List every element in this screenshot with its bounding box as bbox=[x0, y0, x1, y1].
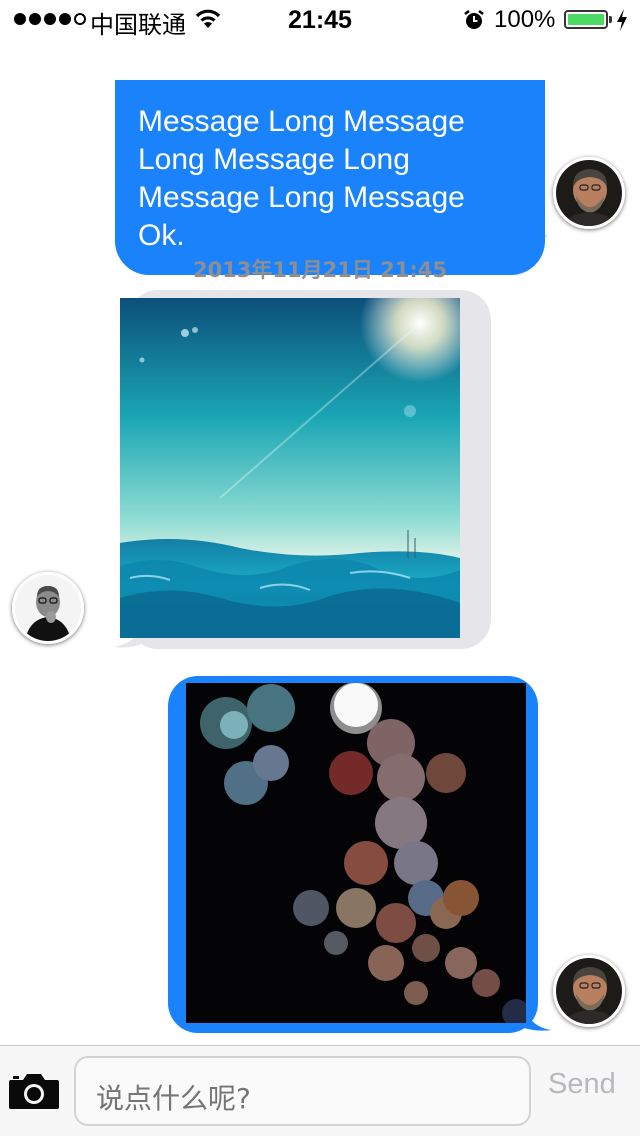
message-line: Message Long Message bbox=[138, 105, 465, 138]
battery-icon bbox=[564, 10, 608, 29]
send-button[interactable]: Send bbox=[548, 1068, 616, 1101]
outgoing-text-bubble[interactable]: Message Long Message Long Message Long M… bbox=[115, 80, 545, 275]
avatar-steve-jobs[interactable] bbox=[12, 572, 84, 644]
message-line: Message Long Message bbox=[138, 181, 465, 214]
chat-scroll-area[interactable]: Message Long Message Long Message Long M… bbox=[0, 40, 640, 1045]
message-input-bar: Send bbox=[0, 1045, 640, 1136]
bubble-tail bbox=[520, 216, 548, 237]
avatar-wozniak[interactable] bbox=[553, 157, 625, 229]
battery-percentage: 100% bbox=[494, 6, 556, 33]
bubble-tail bbox=[524, 1008, 552, 1031]
message-text: Message Long Message Long Message Long M… bbox=[138, 103, 518, 255]
battery-nub bbox=[609, 16, 612, 23]
bokeh-lights-photo[interactable] bbox=[186, 683, 526, 1023]
status-bar: 中国联通 21:45 100% bbox=[0, 0, 640, 40]
avatar-wozniak[interactable] bbox=[553, 955, 625, 1027]
message-line: Long Message Long bbox=[138, 143, 410, 176]
charging-bolt-icon bbox=[617, 9, 627, 31]
message-timestamp: 2013年11月21日 21:45 bbox=[192, 258, 448, 282]
message-input[interactable] bbox=[74, 1056, 531, 1126]
camera-icon[interactable] bbox=[8, 1072, 60, 1110]
message-line: Ok. bbox=[138, 219, 185, 252]
alarm-clock-icon bbox=[464, 10, 484, 29]
ocean-wave-photo[interactable] bbox=[120, 298, 460, 638]
